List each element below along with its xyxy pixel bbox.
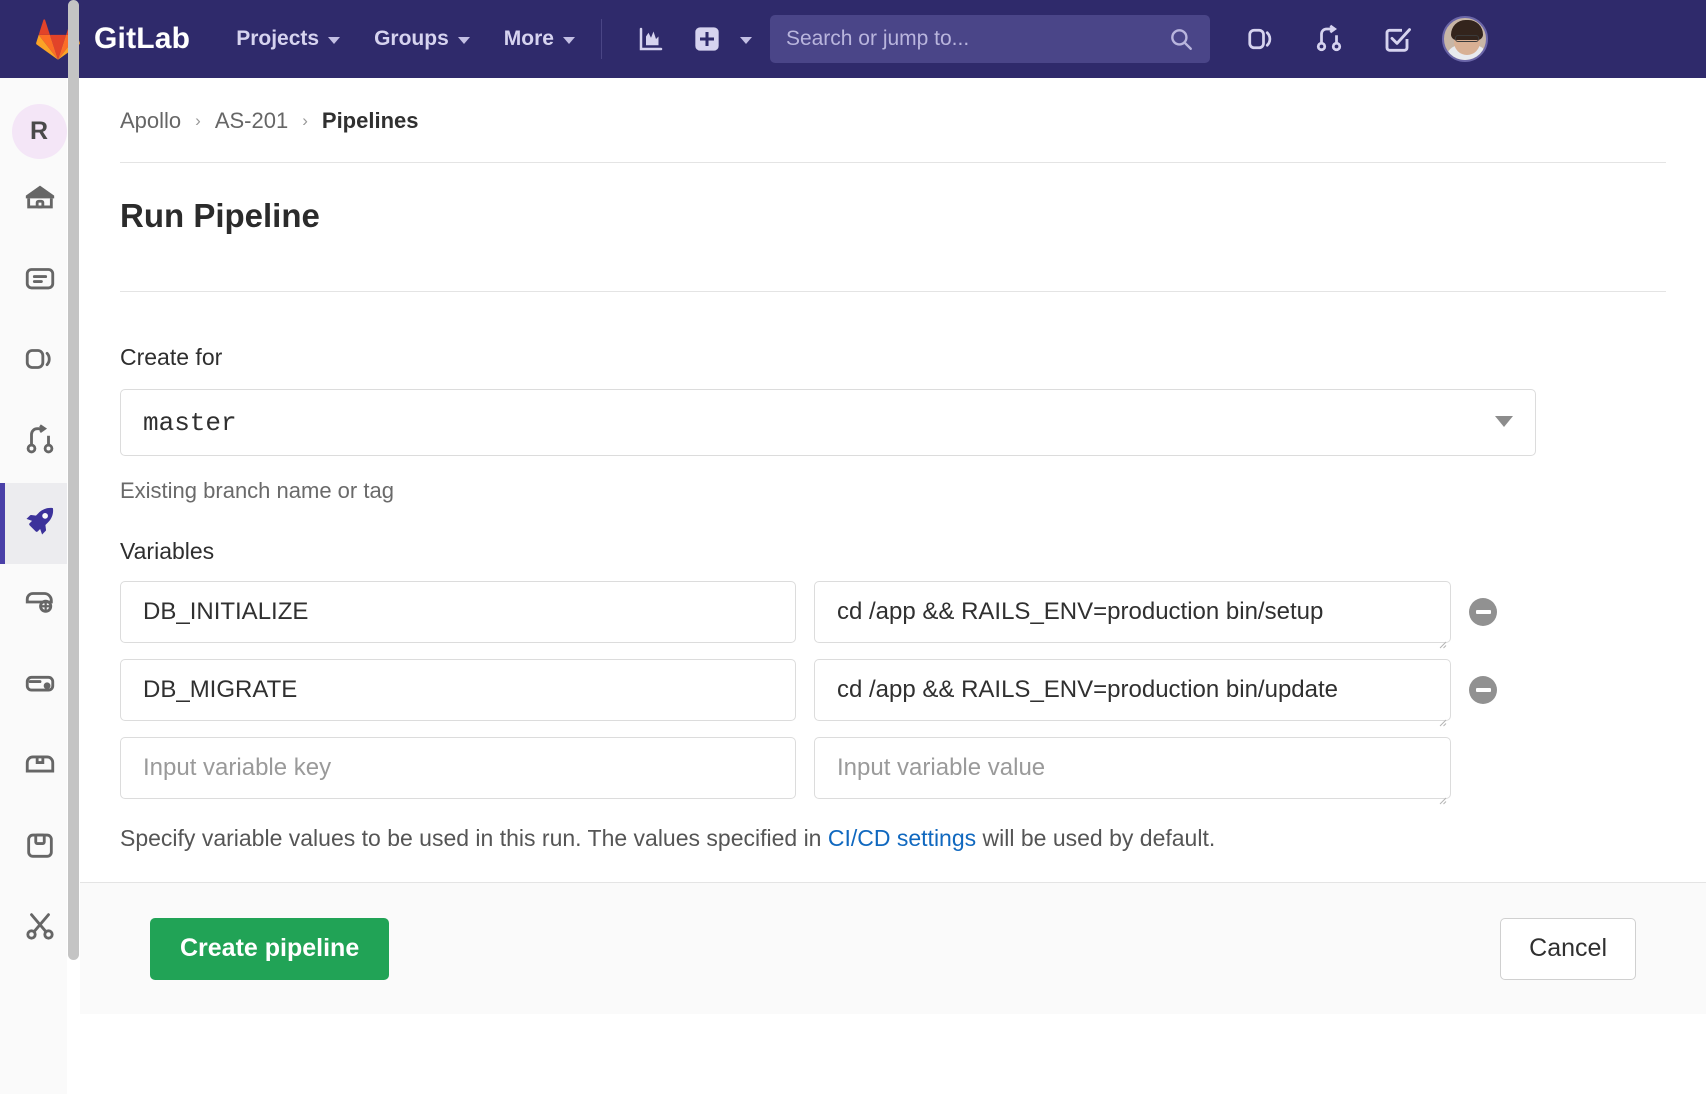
new-variable-value-placeholder: Input variable value	[837, 754, 1045, 782]
variable-row: DB_MIGRATE cd /app && RAILS_ENV=producti…	[120, 659, 1666, 721]
breadcrumb-item-current: Pipelines	[322, 108, 419, 134]
navbar-right-icons	[1238, 16, 1488, 62]
create-for-label: Create for	[120, 344, 1666, 371]
sidebar-scrollbar-thumb[interactable]	[68, 0, 79, 960]
create-pipeline-button[interactable]: Create pipeline	[150, 918, 389, 980]
new-variable-key-input[interactable]: Input variable key	[120, 737, 796, 799]
chevron-down-icon	[563, 37, 575, 44]
scissors-icon	[23, 909, 57, 948]
new-variable-value-input[interactable]: Input variable value	[814, 737, 1451, 799]
nav-more[interactable]: More	[504, 27, 575, 51]
variables-description: Specify variable values to be used in th…	[120, 825, 1666, 852]
rocket-icon	[22, 503, 58, 544]
variable-value-input[interactable]: cd /app && RAILS_ENV=production bin/setu…	[814, 581, 1451, 643]
nav-groups-label: Groups	[374, 27, 449, 51]
shield-cog-icon	[23, 585, 57, 624]
variables-description-suffix: will be used by default.	[976, 825, 1215, 851]
nav-utility-icons	[628, 16, 752, 62]
branch-select-value: master	[143, 408, 237, 438]
variable-value-text: cd /app && RAILS_ENV=production bin/setu…	[837, 598, 1323, 626]
breadcrumb-divider	[120, 162, 1666, 163]
cancel-button[interactable]: Cancel	[1500, 918, 1636, 980]
primary-nav: Projects Groups More	[236, 27, 575, 51]
nav-projects-label: Projects	[236, 27, 319, 51]
branch-select[interactable]: master	[120, 389, 1536, 456]
search-placeholder: Search or jump to...	[786, 27, 969, 51]
merge-requests-icon[interactable]	[1306, 16, 1352, 62]
nav-divider	[601, 19, 602, 59]
breadcrumb: Apollo › AS-201 › Pipelines	[120, 78, 1666, 134]
brand-name: GitLab	[94, 22, 190, 56]
nav-groups[interactable]: Groups	[374, 27, 470, 51]
issues-icon	[23, 342, 57, 381]
page-title: Run Pipeline	[120, 197, 1666, 235]
variable-row-new: Input variable key Input variable value	[120, 737, 1666, 799]
resize-grip-icon[interactable]	[1436, 706, 1447, 717]
merge-request-icon	[23, 423, 57, 462]
nav-more-label: More	[504, 27, 554, 51]
brand[interactable]: GitLab	[36, 18, 190, 60]
project-avatar[interactable]: R	[12, 104, 67, 159]
disk-icon	[23, 828, 57, 867]
chevron-down-icon	[1495, 416, 1513, 427]
deployments-icon	[23, 666, 57, 705]
top-navbar: GitLab Projects Groups More	[0, 0, 1706, 78]
variable-row: DB_INITIALIZE cd /app && RAILS_ENV=produ…	[120, 581, 1666, 643]
remove-variable-button[interactable]	[1469, 598, 1497, 626]
variable-key-input[interactable]: DB_MIGRATE	[120, 659, 796, 721]
issues-icon[interactable]	[1238, 16, 1284, 62]
chevron-down-icon	[328, 37, 340, 44]
user-avatar[interactable]	[1442, 16, 1488, 62]
run-pipeline-form: Create for master Existing branch name o…	[120, 344, 1666, 1014]
search-input[interactable]: Search or jump to...	[770, 15, 1210, 63]
nav-projects[interactable]: Projects	[236, 27, 340, 51]
variables-label: Variables	[120, 538, 1666, 565]
search-icon	[1168, 26, 1194, 57]
todos-icon[interactable]	[1374, 16, 1420, 62]
package-icon	[23, 747, 57, 786]
breadcrumb-separator-icon: ›	[195, 111, 201, 131]
create-chevron-down-icon[interactable]	[740, 37, 752, 44]
form-actions: Create pipeline Cancel	[80, 882, 1706, 1014]
title-divider	[120, 291, 1666, 292]
document-icon	[23, 261, 57, 300]
chevron-down-icon	[458, 37, 470, 44]
resize-grip-icon[interactable]	[1436, 784, 1447, 795]
variable-key-input[interactable]: DB_INITIALIZE	[120, 581, 796, 643]
resize-grip-icon[interactable]	[1436, 628, 1447, 639]
variable-value-text: cd /app && RAILS_ENV=production bin/upda…	[837, 676, 1338, 704]
branch-help-text: Existing branch name or tag	[120, 478, 1666, 504]
variables-description-prefix: Specify variable values to be used in th…	[120, 825, 828, 851]
breadcrumb-separator-icon: ›	[302, 111, 308, 131]
minus-icon	[1476, 610, 1491, 614]
analytics-chart-icon[interactable]	[628, 16, 674, 62]
breadcrumb-item-group[interactable]: Apollo	[120, 108, 181, 134]
avatar-glasses	[1455, 35, 1479, 42]
home-icon	[23, 180, 57, 219]
variable-value-input[interactable]: cd /app && RAILS_ENV=production bin/upda…	[814, 659, 1451, 721]
minus-icon	[1476, 688, 1491, 692]
plus-square-icon[interactable]	[684, 16, 730, 62]
main-content: Apollo › AS-201 › Pipelines Run Pipeline…	[80, 78, 1706, 1094]
remove-variable-button[interactable]	[1469, 676, 1497, 704]
breadcrumb-item-project[interactable]: AS-201	[215, 108, 288, 134]
cicd-settings-link[interactable]: CI/CD settings	[828, 825, 976, 851]
